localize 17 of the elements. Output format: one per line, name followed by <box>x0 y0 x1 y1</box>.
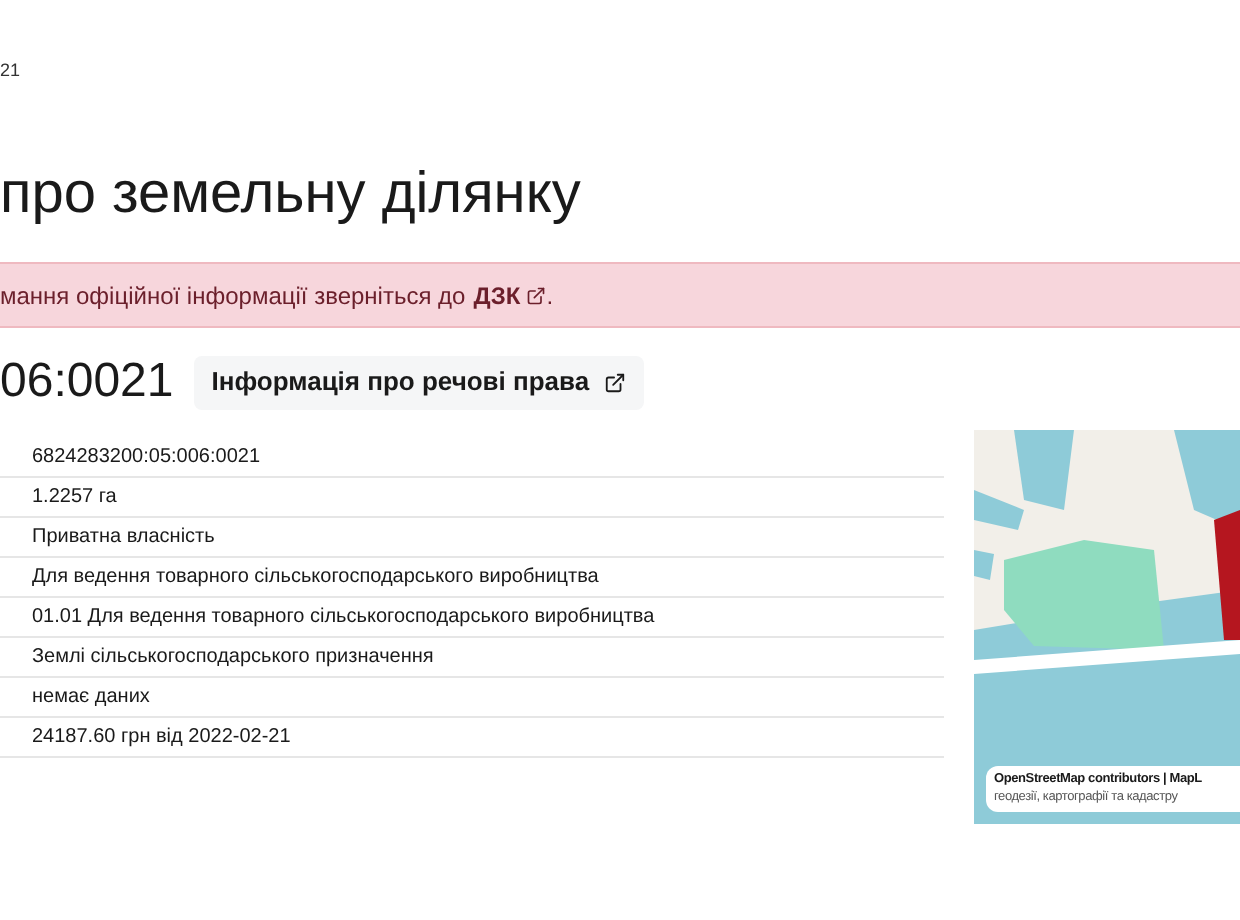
table-cell-text: Землі сільськогосподарського призначення <box>32 644 434 672</box>
cadastral-number: 06:0021 <box>0 352 174 412</box>
table-cell-text: немає даних <box>32 684 150 712</box>
page-title: про земельну ділянку <box>0 160 583 230</box>
table-cell-text: 24187.60 грн від 2022-02-21 <box>32 724 291 752</box>
table-cell-text: 01.01 Для ведення товарного сільськогосподарського виробництва <box>32 604 655 632</box>
alert-period: . <box>546 279 554 313</box>
external-link-icon <box>603 371 626 393</box>
table-cell-text: 6824283200:05:006:0021 <box>32 444 261 472</box>
table-cell-text: Для ведення товарного сільськогосподарського виробництва <box>32 564 599 592</box>
table-cell-text: 1.2257 га <box>32 484 117 512</box>
external-link-icon <box>526 285 547 305</box>
rights-info-button[interactable]: Інформація про речові права <box>193 355 644 409</box>
dzk-link[interactable]: ДЗК <box>473 277 547 313</box>
alert-text: мання офіційної інформації зверніться до <box>0 279 466 313</box>
breadcrumb-text: 21 <box>0 60 21 80</box>
table-cell-text: Приватна власність <box>32 524 215 552</box>
